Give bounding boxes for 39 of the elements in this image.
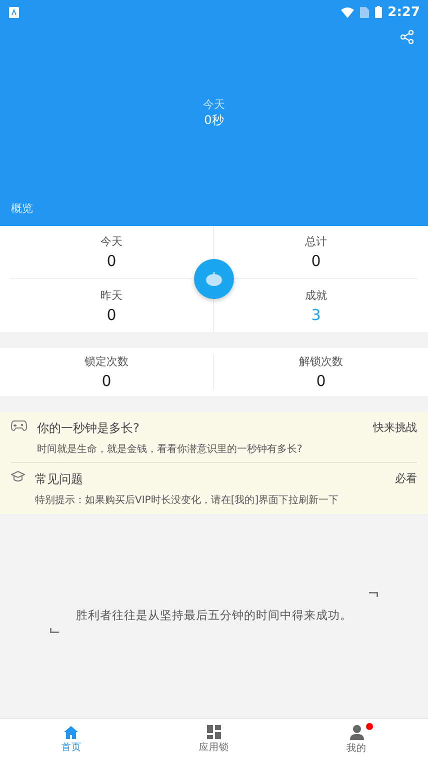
share-icon[interactable] <box>400 30 414 44</box>
tomato-button[interactable] <box>194 259 234 299</box>
clock-time: 2:27 <box>388 4 420 20</box>
stat-value: 0 <box>106 306 116 324</box>
stat-label: 今天 <box>100 234 122 249</box>
graduation-cap-icon <box>11 471 25 482</box>
feature-action-link[interactable]: 快来挑战 <box>373 420 417 435</box>
stat-value: 0 <box>316 372 326 390</box>
gamepad-icon <box>11 420 27 431</box>
quote-text: 胜利者往往是从坚持最后五分钟的时间中得来成功。 <box>76 608 352 622</box>
quote-mark-icon <box>369 592 378 597</box>
wifi-icon <box>340 6 354 18</box>
stat-value: 0 <box>102 372 112 390</box>
no-sim-icon <box>360 6 369 18</box>
notification-icon <box>9 6 19 18</box>
home-icon <box>64 726 78 738</box>
feature-description: 时间就是生命，就是金钱，看看你潜意识里的一秒钟有多长? <box>37 442 304 456</box>
feature-action-link[interactable]: 必看 <box>395 471 417 486</box>
tomato-icon <box>206 272 222 286</box>
stat-value: 0 <box>106 252 116 270</box>
user-icon <box>350 724 364 740</box>
nav-tab[interactable]: 我的 <box>285 719 428 760</box>
feature-description: 特别提示：如果购买后VIP时长没变化，请在[我的]界面下拉刷新一下 <box>35 494 340 507</box>
stat-label: 总计 <box>305 234 327 249</box>
stat-label: 解锁次数 <box>299 354 343 369</box>
today-duration: 0秒 <box>204 112 224 128</box>
section-title: 概览 <box>10 201 34 217</box>
grid-icon <box>206 725 221 739</box>
feature-title[interactable]: 常见问题 <box>35 471 385 488</box>
stat-value: 3 <box>311 306 321 324</box>
today-label: 今天 <box>203 96 225 112</box>
stat-label: 昨天 <box>100 288 122 302</box>
nav-tab[interactable]: 应用锁 <box>142 719 286 760</box>
quote-mark-icon <box>50 628 59 633</box>
stat-label: 锁定次数 <box>84 354 128 369</box>
battery-icon <box>374 6 382 18</box>
stat-value: 0 <box>311 252 321 270</box>
stat-label: 成就 <box>305 288 327 302</box>
feature-title[interactable]: 你的一秒钟是多长? <box>37 420 363 437</box>
